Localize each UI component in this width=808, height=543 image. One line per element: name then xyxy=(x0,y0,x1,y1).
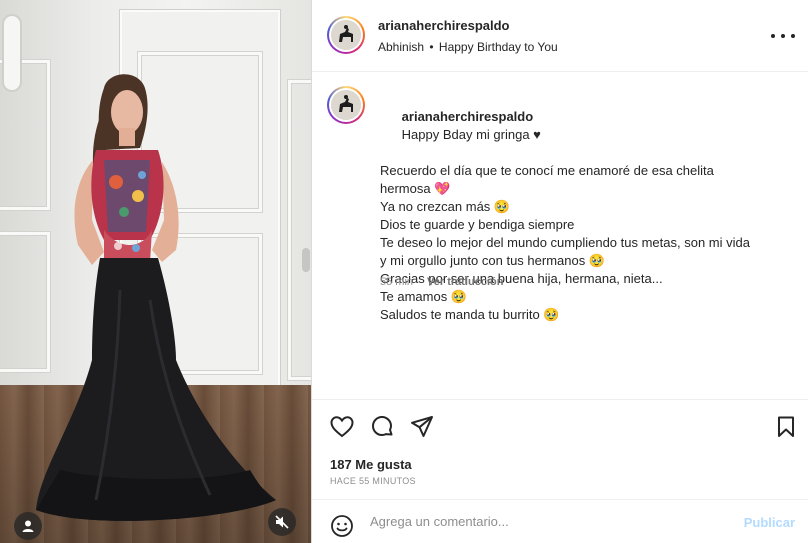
horse-rider-avatar-icon xyxy=(331,20,361,50)
more-options-button[interactable] xyxy=(771,26,795,46)
caption-line: y mi orgullo junto con tus hermanos 🥹 xyxy=(380,253,606,268)
caption-line: Dios te guarde y bendiga siempre xyxy=(380,217,575,232)
caption-username[interactable]: arianaherchirespaldo xyxy=(402,109,534,124)
post-timestamp: HACE 55 MINUTOS xyxy=(330,476,416,486)
author-avatar[interactable] xyxy=(327,16,365,54)
caption-line: hermosa 💖 xyxy=(380,181,451,196)
likes-count[interactable]: 187 Me gusta xyxy=(330,457,412,472)
caption-line: Te deseo lo mejor del mundo cumpliendo t… xyxy=(380,235,750,250)
horse-rider-avatar-icon xyxy=(331,90,361,120)
post-header: arianaherchirespaldo Abhinish • Happy Bi… xyxy=(312,0,808,72)
comment-input[interactable] xyxy=(370,514,730,529)
post-caption: arianaherchirespaldo Happy Bday mi gring… xyxy=(380,90,790,324)
action-bar xyxy=(312,399,808,451)
post-media[interactable] xyxy=(0,0,311,543)
user-icon xyxy=(22,520,34,532)
emoji-icon[interactable] xyxy=(330,514,354,538)
caption-line: Ya no crezcan más 🥹 xyxy=(380,199,511,214)
caption-line: Recuerdo el día que te conocí me enamoré… xyxy=(380,163,714,178)
send-icon[interactable] xyxy=(409,414,435,440)
see-translation-link[interactable]: Ver traducción xyxy=(427,276,503,288)
caption-author-avatar[interactable] xyxy=(327,86,365,124)
muted-speaker-icon xyxy=(275,515,289,529)
author-username[interactable]: arianaherchirespaldo xyxy=(378,18,510,33)
audio-artist: Abhinish xyxy=(378,40,425,54)
caption-age: 55 min xyxy=(380,276,414,288)
post-details-panel: arianaherchirespaldo Abhinish • Happy Bi… xyxy=(311,0,808,543)
bookmark-icon[interactable] xyxy=(773,414,799,440)
tagged-users-button[interactable] xyxy=(14,512,42,540)
heart-icon[interactable] xyxy=(329,414,355,440)
audio-track: Happy Birthday to You xyxy=(438,40,558,54)
woman-in-gown-image xyxy=(36,74,276,521)
caption-line: Saludos te manda tu burrito 🥹 xyxy=(380,307,560,322)
comment-icon[interactable] xyxy=(369,414,395,440)
audio-info[interactable]: Abhinish • Happy Birthday to You xyxy=(378,40,558,54)
caption-line: Te amamos 🥹 xyxy=(380,289,467,304)
caption-first-line: Happy Bday mi gringa ♥ xyxy=(401,127,541,142)
caption-meta: 55 min Ver traducción xyxy=(380,276,503,288)
mute-button[interactable] xyxy=(268,508,296,536)
post-comment-button[interactable]: Publicar xyxy=(744,515,795,530)
comment-bar: Publicar xyxy=(312,499,808,543)
audio-separator: • xyxy=(429,40,434,54)
more-icon xyxy=(771,34,775,38)
